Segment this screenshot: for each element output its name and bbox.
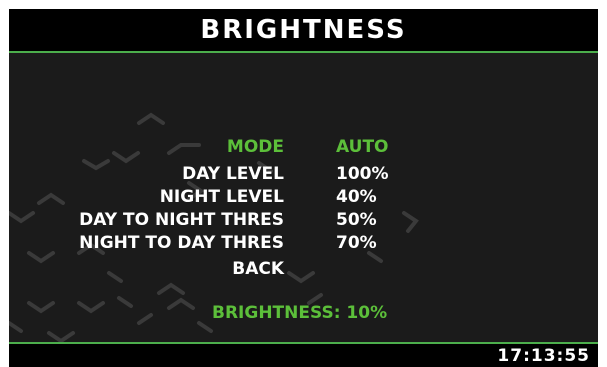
menu-item-label: NIGHT LEVEL (159, 187, 284, 207)
menu-item-value: 40% (336, 187, 377, 207)
menu-item-day-level[interactable]: DAY LEVEL 100% (9, 162, 598, 186)
status-bar: 17:13:55 (9, 342, 598, 367)
page-title: BRIGHTNESS (200, 15, 407, 45)
menu-item-mode[interactable]: MODE AUTO (9, 135, 598, 159)
menu-item-night-to-day-thres[interactable]: NIGHT TO DAY THRES 70% (9, 231, 598, 255)
current-brightness-readout: BRIGHTNESS: 10% (212, 303, 388, 323)
menu-item-label: BACK (232, 259, 284, 279)
menu-item-value: 50% (336, 210, 377, 230)
clock: 17:13:55 (497, 346, 590, 366)
menu-item-label: NIGHT TO DAY THRES (79, 233, 284, 253)
menu-item-day-to-night-thres[interactable]: DAY TO NIGHT THRES 50% (9, 208, 598, 232)
brightness-screen: BRIGHTNESS MODE AUTO DAY LEVEL 100% NIGH… (9, 9, 598, 367)
menu-item-back[interactable]: BACK (9, 257, 598, 281)
menu-item-value: 100% (336, 164, 389, 184)
menu-item-label: MODE (226, 137, 284, 157)
menu-item-value: 70% (336, 233, 377, 253)
menu-item-label: DAY TO NIGHT THRES (79, 210, 284, 230)
title-bar: BRIGHTNESS (9, 9, 598, 53)
menu-item-label: DAY LEVEL (182, 164, 284, 184)
menu-item-value: AUTO (336, 137, 389, 157)
menu-item-night-level[interactable]: NIGHT LEVEL 40% (9, 185, 598, 209)
